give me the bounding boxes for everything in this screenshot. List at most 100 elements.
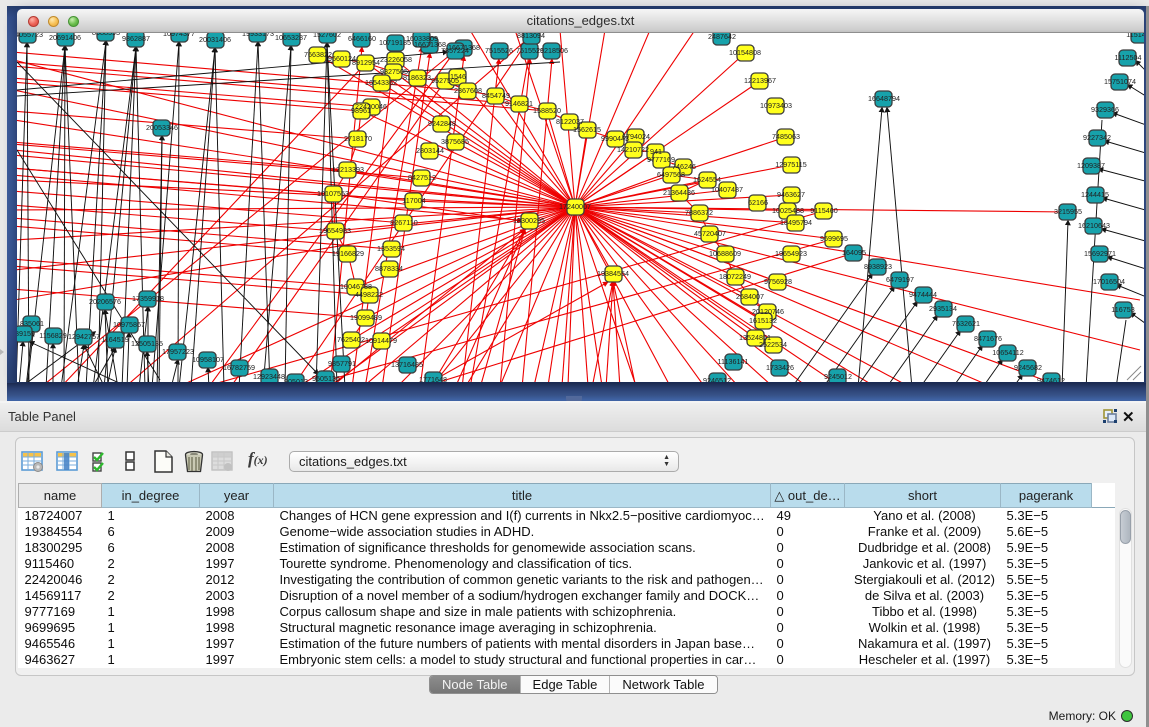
svg-text:9505135: 9505135 [312,374,340,382]
svg-text:1164519: 1164519 [101,335,128,344]
svg-text:7886372: 7886372 [685,208,713,217]
svg-text:14055723: 14055723 [17,33,43,39]
svg-text:2684007: 2684007 [736,292,764,301]
svg-text:18072249: 18072249 [719,272,751,281]
svg-text:20691406: 20691406 [49,33,81,42]
svg-text:10688609: 10688609 [709,249,741,258]
svg-text:1244415: 1244415 [1081,190,1109,199]
svg-text:1209387: 1209387 [1077,161,1105,170]
svg-text:19384554: 19384554 [597,269,629,278]
svg-text:8186323: 8186323 [403,73,431,82]
svg-text:21364436: 21364436 [663,188,695,197]
svg-text:6479197: 6479197 [886,275,914,284]
svg-text:117004: 117004 [402,196,425,205]
svg-text:20031406: 20031406 [199,35,231,44]
svg-text:10025488: 10025488 [772,206,804,215]
svg-text:6497568: 6497568 [657,170,685,179]
svg-text:2367608: 2367608 [454,86,482,95]
svg-text:9463627: 9463627 [777,190,805,199]
svg-text:10958107: 10958107 [192,355,224,364]
svg-text:62166: 62166 [748,198,768,207]
svg-text:1151494: 1151494 [1126,33,1144,39]
svg-text:98961: 98961 [351,106,371,115]
svg-text:9242848: 9242848 [428,119,456,128]
svg-text:9245012: 9245012 [824,372,852,381]
svg-text:7515526: 7515526 [485,46,513,55]
svg-text:9246512: 9246512 [703,376,731,382]
svg-text:1527602: 1527602 [313,33,341,39]
svg-text:1588520: 1588520 [533,106,561,115]
svg-text:20206576: 20206576 [89,297,121,306]
svg-text:14210722: 14210722 [617,145,649,154]
svg-text:8878334: 8878334 [375,264,403,273]
svg-text:9115460: 9115460 [810,206,837,215]
svg-text:9777169: 9777169 [647,155,675,164]
svg-text:10974377: 10974377 [163,33,195,38]
svg-text:6466160: 6466160 [348,34,376,43]
svg-text:10973403: 10973403 [760,101,792,110]
svg-text:2718170: 2718170 [344,134,372,143]
svg-text:1615132: 1615132 [749,316,777,325]
svg-text:9227342: 9227342 [1083,133,1111,142]
svg-text:23226058: 23226058 [380,55,412,64]
svg-text:16648794: 16648794 [868,94,900,103]
svg-text:164095: 164095 [842,248,866,257]
svg-text:6794024: 6794024 [622,132,650,141]
svg-text:4498222: 4498222 [355,290,383,299]
svg-text:1156829: 1156829 [39,331,66,340]
svg-text:9146821: 9146821 [505,99,533,108]
svg-text:1771648: 1771648 [419,375,447,382]
svg-text:1353594: 1353594 [377,244,405,253]
svg-text:8471676: 8471676 [974,334,1002,343]
svg-text:17957223: 17957223 [162,347,194,356]
svg-text:7857224: 7857224 [441,46,469,55]
svg-text:20053346: 20053346 [146,123,178,132]
svg-text:19654923: 19654923 [775,249,807,258]
svg-text:19933173: 19933173 [242,33,274,38]
svg-text:10653287: 10653287 [275,33,307,42]
svg-text:2803144: 2803144 [416,146,444,155]
svg-text:8813094: 8813094 [517,33,545,40]
svg-text:19166829: 19166829 [332,249,364,258]
svg-text:12505135: 12505135 [131,339,163,348]
svg-text:15751074: 15751074 [1104,77,1136,86]
svg-text:18495794: 18495794 [780,218,812,227]
svg-text:9474612: 9474612 [1037,376,1065,382]
svg-text:835061: 835061 [20,319,44,328]
svg-text:9245682: 9245682 [1014,363,1042,372]
svg-text:8267110: 8267110 [390,218,417,227]
svg-text:11136141: 11136141 [718,357,749,366]
svg-text:2935134: 2935134 [929,304,957,313]
svg-text:8938923: 8938923 [864,262,892,271]
svg-text:1562615: 1562615 [573,125,601,134]
svg-text:9699695: 9699695 [820,234,848,243]
svg-text:1112504: 1112504 [1115,53,1142,62]
svg-text:17016504: 17016504 [1093,277,1125,286]
svg-text:2522534: 2522534 [759,340,787,349]
svg-text:9857791: 9857791 [328,359,356,368]
svg-text:45720407: 45720407 [694,229,726,238]
svg-text:116753: 116753 [1111,305,1134,314]
svg-text:9862887: 9862887 [122,34,150,43]
svg-text:9329366: 9329366 [1091,105,1119,114]
svg-text:9756928: 9756928 [764,277,792,286]
svg-text:10975867: 10975867 [113,320,145,329]
svg-text:10107553: 10107553 [317,189,349,198]
svg-text:12942757: 12942757 [68,332,100,341]
svg-text:8427512: 8427512 [408,173,436,182]
svg-text:13716485: 13716485 [391,360,423,369]
svg-text:16782759: 16782759 [223,363,255,372]
svg-text:16543362: 16543362 [365,78,397,87]
svg-text:16033809: 16033809 [406,34,438,43]
svg-text:10914479: 10914479 [365,336,397,345]
svg-text:15692971: 15692971 [1084,249,1116,258]
svg-text:7632621: 7632621 [952,319,980,328]
svg-text:18300295: 18300295 [513,216,545,225]
svg-text:19218506: 19218506 [536,46,568,55]
svg-text:7625402: 7625402 [337,335,365,344]
svg-text:10407487: 10407487 [711,185,743,194]
svg-text:16210643: 16210643 [1078,221,1110,230]
svg-text:1546: 1546 [450,72,466,81]
svg-text:9474444: 9474444 [909,290,937,299]
svg-text:2487642: 2487642 [708,33,736,41]
